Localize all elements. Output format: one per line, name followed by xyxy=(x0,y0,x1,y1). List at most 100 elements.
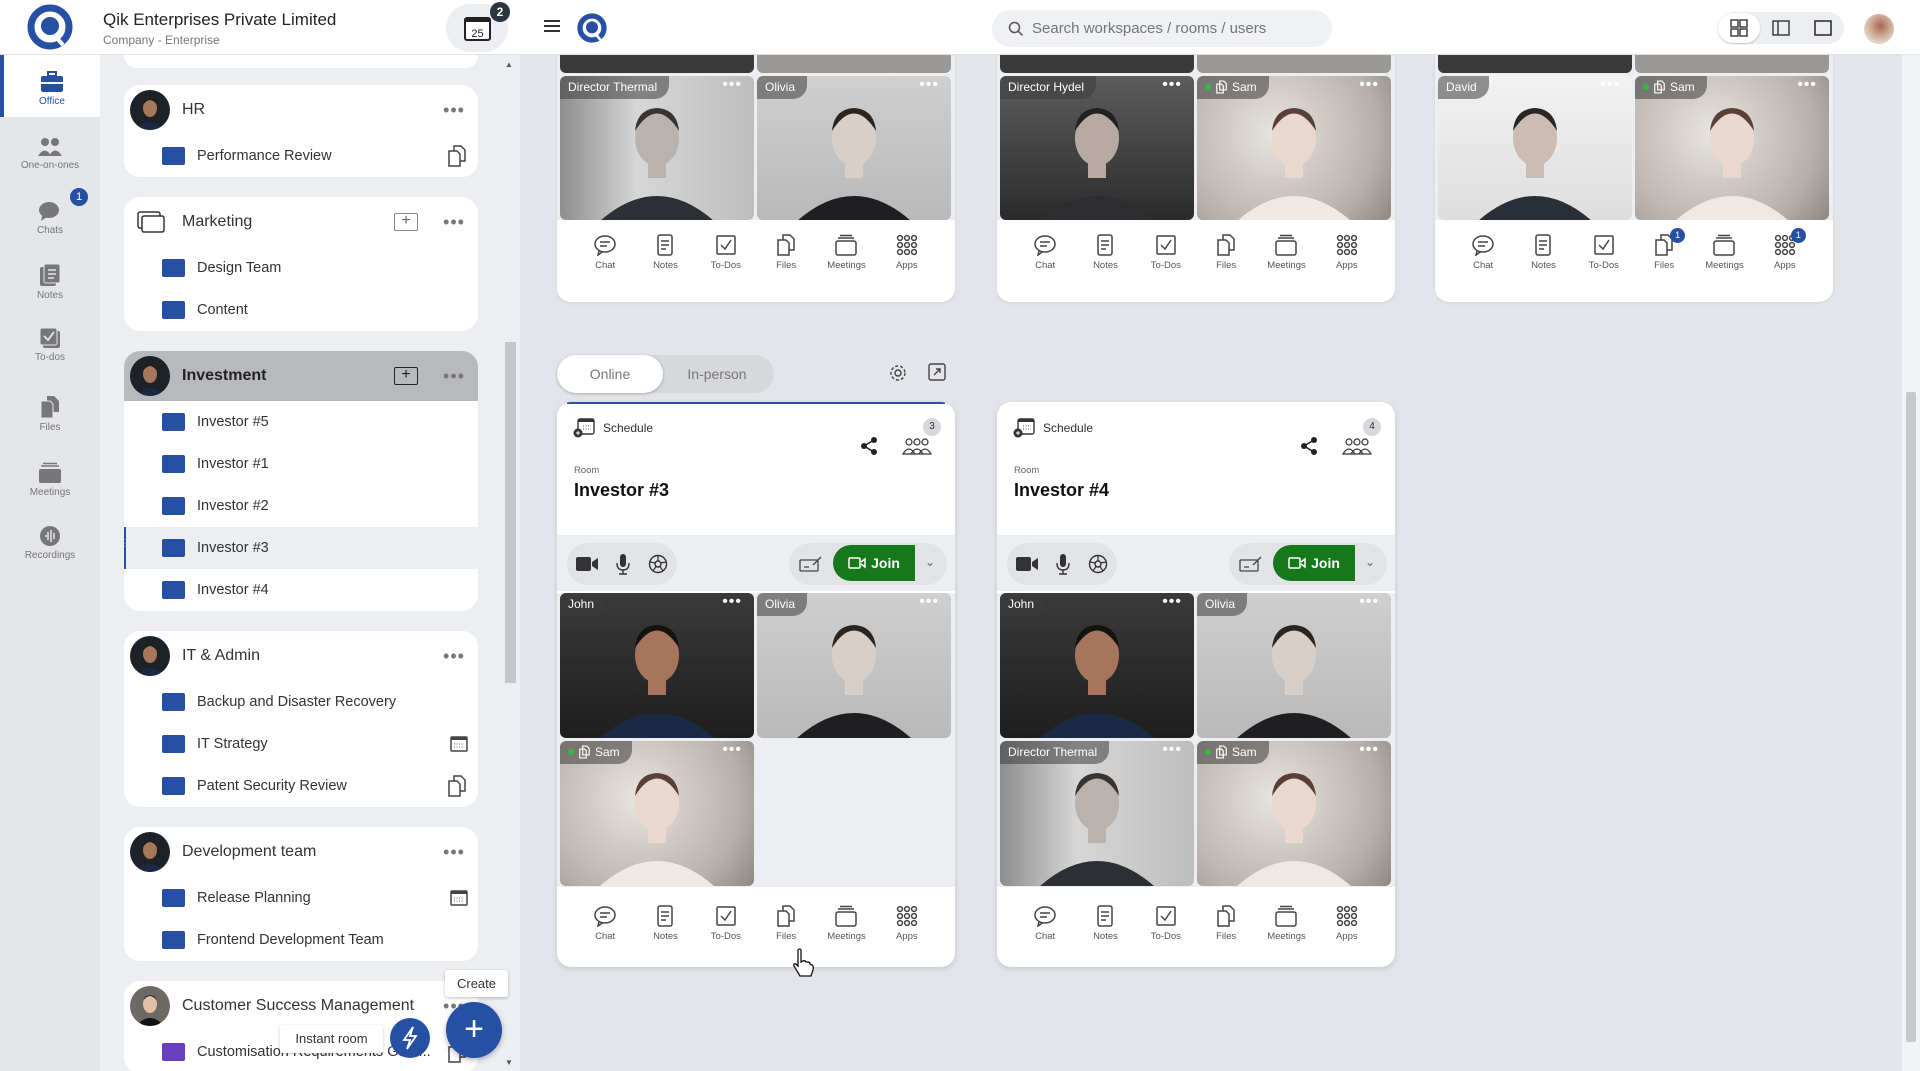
toolbar-meetings-button[interactable]: Meetings xyxy=(816,905,876,942)
whiteboard-icon[interactable] xyxy=(1239,555,1263,573)
tile-options-icon[interactable]: ••• xyxy=(722,741,742,759)
rail-item-one-on-ones[interactable]: One-on-ones xyxy=(0,125,100,187)
toolbar-apps-button[interactable]: Apps xyxy=(877,905,937,942)
tile-options-icon[interactable]: ••• xyxy=(1162,76,1182,94)
room-item[interactable]: IT Strategy xyxy=(124,723,478,765)
open-external-icon[interactable] xyxy=(928,363,946,381)
room-item[interactable]: Design Team xyxy=(124,247,478,289)
participant-tile[interactable]: Olivia ••• xyxy=(1197,593,1391,738)
group-header[interactable]: IT & Admin ••• xyxy=(124,631,478,681)
grid-view-button[interactable] xyxy=(1718,13,1760,43)
participant-tile[interactable]: David ••• xyxy=(1438,76,1632,220)
toolbar-notes-button[interactable]: Notes xyxy=(1075,234,1135,271)
toolbar-to-dos-button[interactable]: To-Dos xyxy=(696,905,756,942)
toolbar-files-button[interactable]: Files xyxy=(756,905,816,942)
sidebar-scrollbar-thumb[interactable] xyxy=(505,342,516,683)
toolbar-notes-button[interactable]: Notes xyxy=(1075,905,1135,942)
toolbar-meetings-button[interactable]: Meetings xyxy=(1256,234,1316,271)
room-item[interactable]: Investor #4 xyxy=(124,569,478,611)
join-button[interactable]: Join xyxy=(1273,545,1355,581)
more-options-icon[interactable]: ••• xyxy=(440,213,468,231)
toolbar-apps-button[interactable]: Apps 1 xyxy=(1755,228,1815,271)
camera-icon[interactable] xyxy=(1015,555,1039,573)
participant-tile[interactable]: Sam ••• xyxy=(560,741,754,886)
toolbar-chat-button[interactable]: Chat xyxy=(1453,234,1513,271)
search-bar[interactable] xyxy=(992,10,1332,47)
join-button[interactable]: Join xyxy=(833,545,915,581)
room-item[interactable]: Backup and Disaster Recovery xyxy=(124,681,478,723)
rail-item-files[interactable]: Files xyxy=(0,383,100,445)
participant-tile[interactable]: Director Thermal ••• xyxy=(560,76,754,220)
join-options-chevron-down-icon[interactable]: ⌄ xyxy=(1365,555,1375,569)
room-item[interactable]: Investor #5 xyxy=(124,401,478,443)
toolbar-files-button[interactable]: Files xyxy=(756,234,816,271)
participants-icon[interactable] xyxy=(901,436,933,456)
participant-tile[interactable]: John ••• xyxy=(560,593,754,738)
files-icon[interactable] xyxy=(446,145,468,167)
room-item[interactable]: Investor #2 xyxy=(124,485,478,527)
speaker-settings-icon[interactable] xyxy=(1087,553,1109,575)
toolbar-meetings-button[interactable]: Meetings xyxy=(1694,234,1754,271)
scroll-down-arrow[interactable]: ▼ xyxy=(505,1058,513,1067)
group-header[interactable]: Marketing + ••• xyxy=(124,197,478,247)
room-item[interactable]: Patent Security Review xyxy=(124,765,478,807)
schedule-button[interactable]: Schedule xyxy=(1013,418,1093,438)
rail-item-office[interactable]: Office xyxy=(0,55,100,117)
participant-tile[interactable]: Sam ••• xyxy=(1635,76,1829,220)
toolbar-to-dos-button[interactable]: To-Dos xyxy=(1574,234,1634,271)
drag-handle-icon[interactable]: ⋮⋮ xyxy=(124,539,130,549)
share-icon[interactable] xyxy=(1299,436,1319,456)
add-room-button[interactable]: + xyxy=(394,367,418,385)
tile-options-icon[interactable]: ••• xyxy=(1600,76,1620,94)
sidebar-view-button[interactable] xyxy=(1760,13,1802,43)
room-item[interactable]: ⋮⋮ Investor #3 xyxy=(124,527,478,569)
schedule-button[interactable]: Schedule xyxy=(573,418,653,438)
microphone-icon[interactable] xyxy=(615,553,631,575)
toolbar-to-dos-button[interactable]: To-Dos xyxy=(696,234,756,271)
share-icon[interactable] xyxy=(859,436,879,456)
toolbar-files-button[interactable]: Files xyxy=(1196,234,1256,271)
camera-icon[interactable] xyxy=(575,555,599,573)
participant-tile[interactable]: Director Thermal ••• xyxy=(1000,741,1194,886)
tile-options-icon[interactable]: ••• xyxy=(1797,76,1817,94)
files-icon[interactable] xyxy=(446,775,468,797)
rail-item-meetings[interactable]: Meetings xyxy=(0,450,100,512)
calendar-icon[interactable] xyxy=(450,736,468,752)
group-header[interactable]: HR ••• xyxy=(124,85,478,135)
whiteboard-icon[interactable] xyxy=(799,555,823,573)
tile-options-icon[interactable]: ••• xyxy=(1162,741,1182,759)
toolbar-notes-button[interactable]: Notes xyxy=(1513,234,1573,271)
user-avatar[interactable] xyxy=(1864,14,1894,44)
create-button[interactable]: + xyxy=(446,1002,502,1058)
more-options-icon[interactable]: ••• xyxy=(440,367,468,385)
toolbar-chat-button[interactable]: Chat xyxy=(1015,234,1075,271)
toolbar-files-button[interactable]: Files xyxy=(1196,905,1256,942)
toolbar-notes-button[interactable]: Notes xyxy=(635,905,695,942)
toolbar-apps-button[interactable]: Apps xyxy=(1317,234,1377,271)
instant-room-button[interactable] xyxy=(390,1018,430,1058)
room-item[interactable]: Investor #1 xyxy=(124,443,478,485)
participants-icon[interactable] xyxy=(1341,436,1373,456)
rail-item-notes[interactable]: Notes xyxy=(0,251,100,313)
add-room-button[interactable]: + xyxy=(394,213,418,231)
participant-tile[interactable]: Director Hydel ••• xyxy=(1000,76,1194,220)
participant-tile[interactable]: Sam ••• xyxy=(1197,76,1391,220)
toolbar-to-dos-button[interactable]: To-Dos xyxy=(1136,234,1196,271)
toolbar-to-dos-button[interactable]: To-Dos xyxy=(1136,905,1196,942)
tab-in-person[interactable]: In-person xyxy=(663,355,771,393)
hamburger-menu-icon[interactable] xyxy=(542,17,562,35)
search-input[interactable] xyxy=(1032,20,1312,37)
calendar-icon[interactable] xyxy=(450,890,468,906)
toolbar-notes-button[interactable]: Notes xyxy=(635,234,695,271)
participant-tile[interactable]: John ••• xyxy=(1000,593,1194,738)
tile-options-icon[interactable]: ••• xyxy=(722,76,742,94)
toolbar-chat-button[interactable]: Chat xyxy=(1015,905,1075,942)
more-options-icon[interactable]: ••• xyxy=(440,101,468,119)
main-scrollbar-thumb[interactable] xyxy=(1906,392,1916,1042)
rail-item-recordings[interactable]: Recordings xyxy=(0,513,100,575)
settings-gear-icon[interactable] xyxy=(888,363,908,383)
toolbar-meetings-button[interactable]: Meetings xyxy=(816,234,876,271)
scroll-up-arrow[interactable]: ▲ xyxy=(505,60,513,69)
toolbar-files-button[interactable]: Files 1 xyxy=(1634,228,1694,271)
tile-options-icon[interactable]: ••• xyxy=(1359,741,1379,759)
